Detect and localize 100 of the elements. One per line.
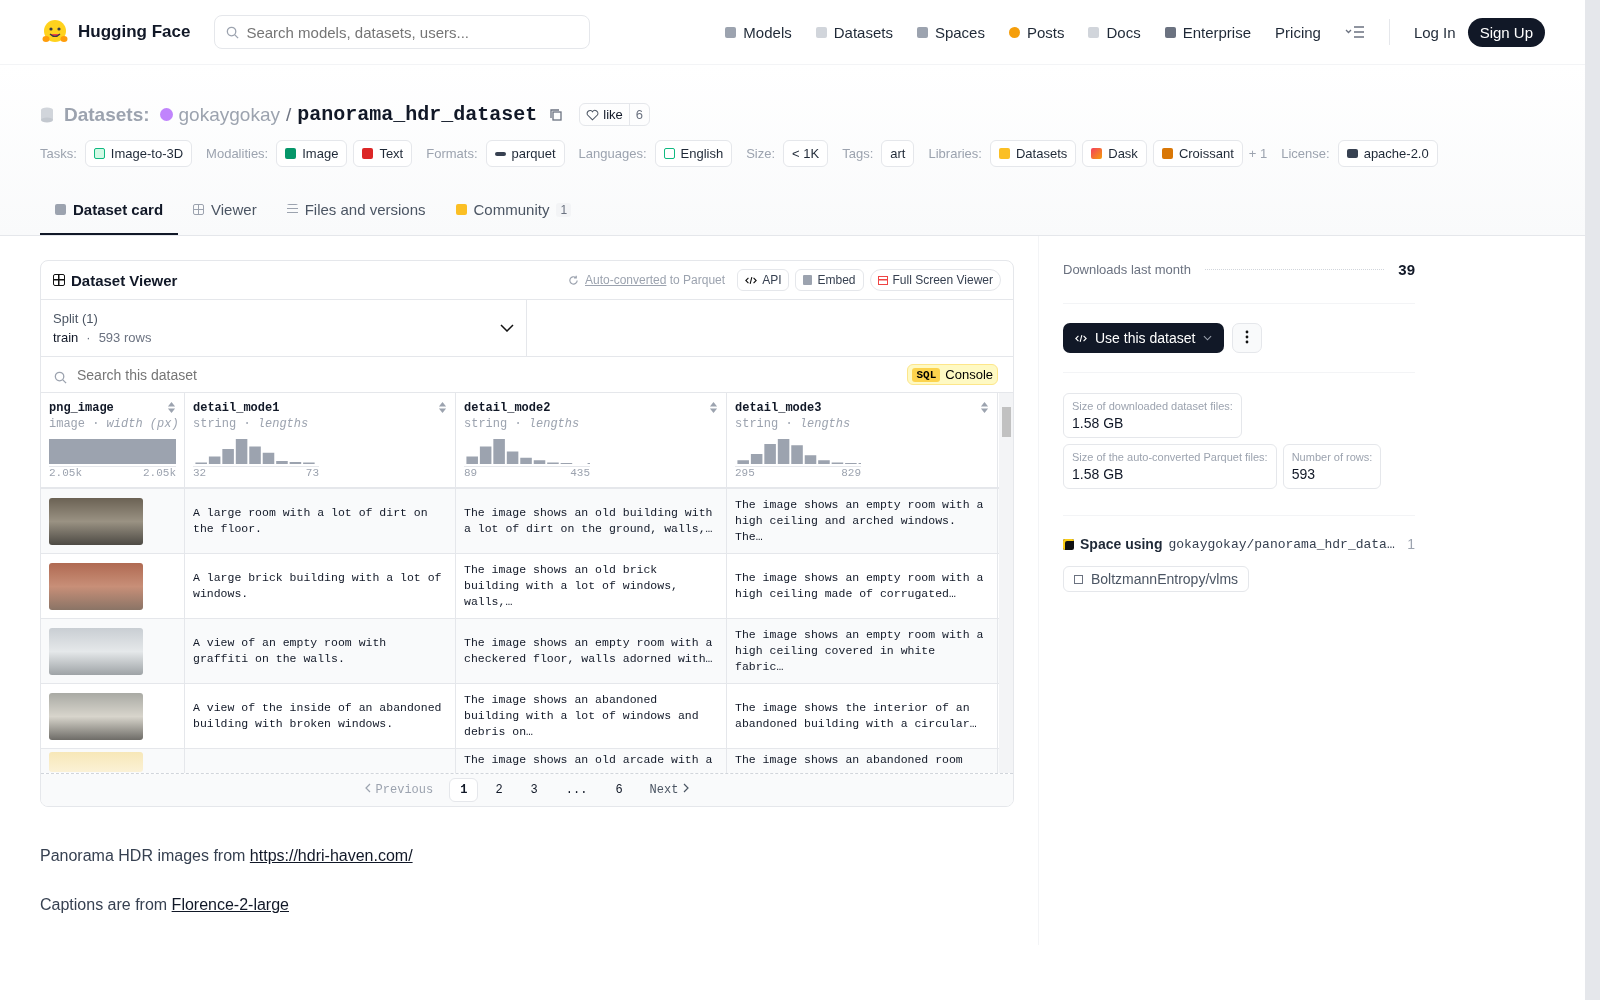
space-chip[interactable]: BoltzmannEntropy/vlms <box>1063 566 1250 592</box>
viewer-action-button[interactable]: Full Screen Viewer <box>869 269 1001 291</box>
chevron-left-icon <box>364 783 371 793</box>
console-label: Console <box>945 367 993 382</box>
range-min: 295 <box>735 467 755 479</box>
signup-button[interactable]: Sign Up <box>1467 17 1545 47</box>
range-max: 435 <box>570 467 590 479</box>
tab-count: 1 <box>556 202 572 217</box>
sort-icon[interactable] <box>709 401 718 414</box>
table-cell-text: The image shows an empty room with a high ceiling and arched windows. The… <box>735 497 985 545</box>
table-icon <box>193 204 205 215</box>
sql-console-button[interactable]: SQL Console <box>907 364 998 385</box>
table-cell-text: A view of an empty room with graffiti on the walls. <box>193 635 388 667</box>
page-link[interactable]: 1 <box>449 778 479 802</box>
tag-group-label: Tasks: <box>40 146 77 161</box>
path-separator: / <box>285 103 292 126</box>
tag-chip[interactable]: Dask <box>1082 140 1147 167</box>
menu-icon[interactable] <box>1344 25 1365 39</box>
tag-chip[interactable]: English <box>654 140 733 167</box>
nav-link[interactable]: Enterprise <box>1164 23 1252 41</box>
login-link[interactable]: Log In <box>1413 23 1456 41</box>
column-header[interactable]: detail_mode2 string · lengths 89 435 <box>456 393 727 487</box>
tag-chip[interactable]: parquet <box>485 140 565 167</box>
square-icon <box>1074 574 1083 584</box>
square-icon <box>725 26 737 38</box>
code-icon <box>745 275 758 285</box>
nav-link[interactable]: Spaces <box>916 23 985 41</box>
table-cell: The image shows an abandoned room <box>735 752 963 768</box>
tag-chip[interactable]: Croissant <box>1152 140 1243 167</box>
tag-chip[interactable]: art <box>881 140 915 167</box>
tab[interactable]: Files and versions <box>271 187 441 235</box>
search-field[interactable]: Search models, datasets, users... <box>214 15 591 49</box>
nav-link[interactable]: Posts <box>1008 23 1065 41</box>
downloads-count: 39 <box>1398 261 1415 278</box>
nav-link[interactable]: Docs <box>1088 23 1141 41</box>
table-icon <box>53 274 65 286</box>
nav-link[interactable]: Pricing <box>1275 23 1321 41</box>
table-cell-text: The image shows an old brick building with a lot of windows, walls,… <box>464 562 679 610</box>
tag-group-label: Libraries: <box>928 146 982 161</box>
chevron-right-icon <box>683 783 690 793</box>
tag-group-label: License: <box>1281 146 1330 161</box>
tab[interactable]: Viewer <box>178 187 272 235</box>
nav-link[interactable]: Models <box>725 23 792 41</box>
card-paragraph: Captions are from Florence-2-large <box>40 896 290 914</box>
use-dataset-button[interactable]: Use this dataset <box>1063 323 1225 353</box>
card-link[interactable]: Florence-2-large <box>171 896 289 913</box>
table-cell-text: The image shows an empty room with a high ceiling covered in white fabric… <box>735 627 985 675</box>
space-repo-name: gokaygokay/panorama_hdr_data… <box>1168 536 1395 552</box>
column-header[interactable]: png_image image · width (px) 2.05k 2.05k <box>41 393 185 487</box>
square-icon <box>916 26 928 38</box>
like-button[interactable]: like 6 <box>579 103 651 126</box>
page-link[interactable]: 6 <box>604 778 634 802</box>
tag-chip[interactable]: < 1K <box>783 140 829 167</box>
viewer-action-button[interactable]: API <box>737 269 790 291</box>
tag-group-label: Modalities: <box>206 146 269 161</box>
split-dropdown[interactable]: Split (1) train · 593 rows <box>41 300 527 356</box>
database-icon <box>40 106 54 123</box>
range-max: 829 <box>841 467 861 479</box>
tag-chip[interactable]: Datasets <box>989 140 1077 167</box>
sort-icon[interactable] <box>167 401 176 414</box>
page-link[interactable]: 3 <box>519 778 549 802</box>
copy-icon[interactable] <box>549 107 564 122</box>
tag-group-label: Tags: <box>842 146 874 161</box>
brand-name[interactable]: Hugging Face <box>78 22 191 42</box>
tab[interactable]: Community 1 <box>440 187 587 235</box>
stat-value: 1.58 GB <box>1072 466 1125 482</box>
grid-logo-icon <box>1063 538 1074 550</box>
nav-link[interactable]: Datasets <box>815 23 893 41</box>
table-cell-text: The image shows an empty room with a checkered floor, walls adorned with… <box>464 635 714 667</box>
card-link[interactable]: https://hdri-haven.com/ <box>249 847 413 864</box>
range-min: 32 <box>193 467 207 479</box>
column-header[interactable]: detail_mode1 string · lengths 32 73 <box>185 393 456 487</box>
square-icon <box>1088 26 1100 38</box>
sort-icon[interactable] <box>438 401 447 414</box>
sort-icon[interactable] <box>980 401 989 414</box>
tag-chip[interactable]: Image-to-3D <box>84 140 193 167</box>
table-cell-text: The image shows an empty room with a high ceiling made of corrugated… <box>735 570 985 602</box>
table-cell-text: A large room with a lot of dirt on the floor. <box>193 505 429 537</box>
column-name: detail_mode1 <box>193 401 280 415</box>
like-label: like <box>603 107 623 122</box>
tag-chip[interactable]: Text <box>353 140 413 167</box>
viewer-title: Dataset Viewer <box>71 271 178 289</box>
tag-chip[interactable]: Image <box>276 140 348 167</box>
tag-chip[interactable]: apache-2.0 <box>1337 140 1438 167</box>
downloads-label: Downloads last month <box>1063 262 1191 277</box>
next-page-link[interactable]: Next <box>639 783 705 797</box>
dataset-name[interactable]: panorama_hdr_dataset <box>297 103 538 126</box>
tab[interactable]: Dataset card <box>40 187 179 235</box>
range-min: 2.05k <box>49 467 82 479</box>
split-label: Split (1) <box>53 311 99 326</box>
split-dot: · <box>86 330 91 345</box>
page-link[interactable]: 2 <box>484 778 514 802</box>
tag-group-label: Languages: <box>578 146 647 161</box>
viewer-action-button[interactable]: Embed <box>795 269 864 291</box>
page-link[interactable]: ... <box>554 778 599 802</box>
column-header[interactable]: detail_mode3 string · lengths 295 829 <box>727 393 998 487</box>
more-options-button[interactable] <box>1232 323 1263 353</box>
table-cell-text: The image shows an abandoned building with a lot of windows and debris on… <box>464 692 700 740</box>
table-cell-text: A large brick building with a lot of windows. <box>193 570 443 602</box>
scrollbar-thumb[interactable] <box>1002 407 1011 437</box>
